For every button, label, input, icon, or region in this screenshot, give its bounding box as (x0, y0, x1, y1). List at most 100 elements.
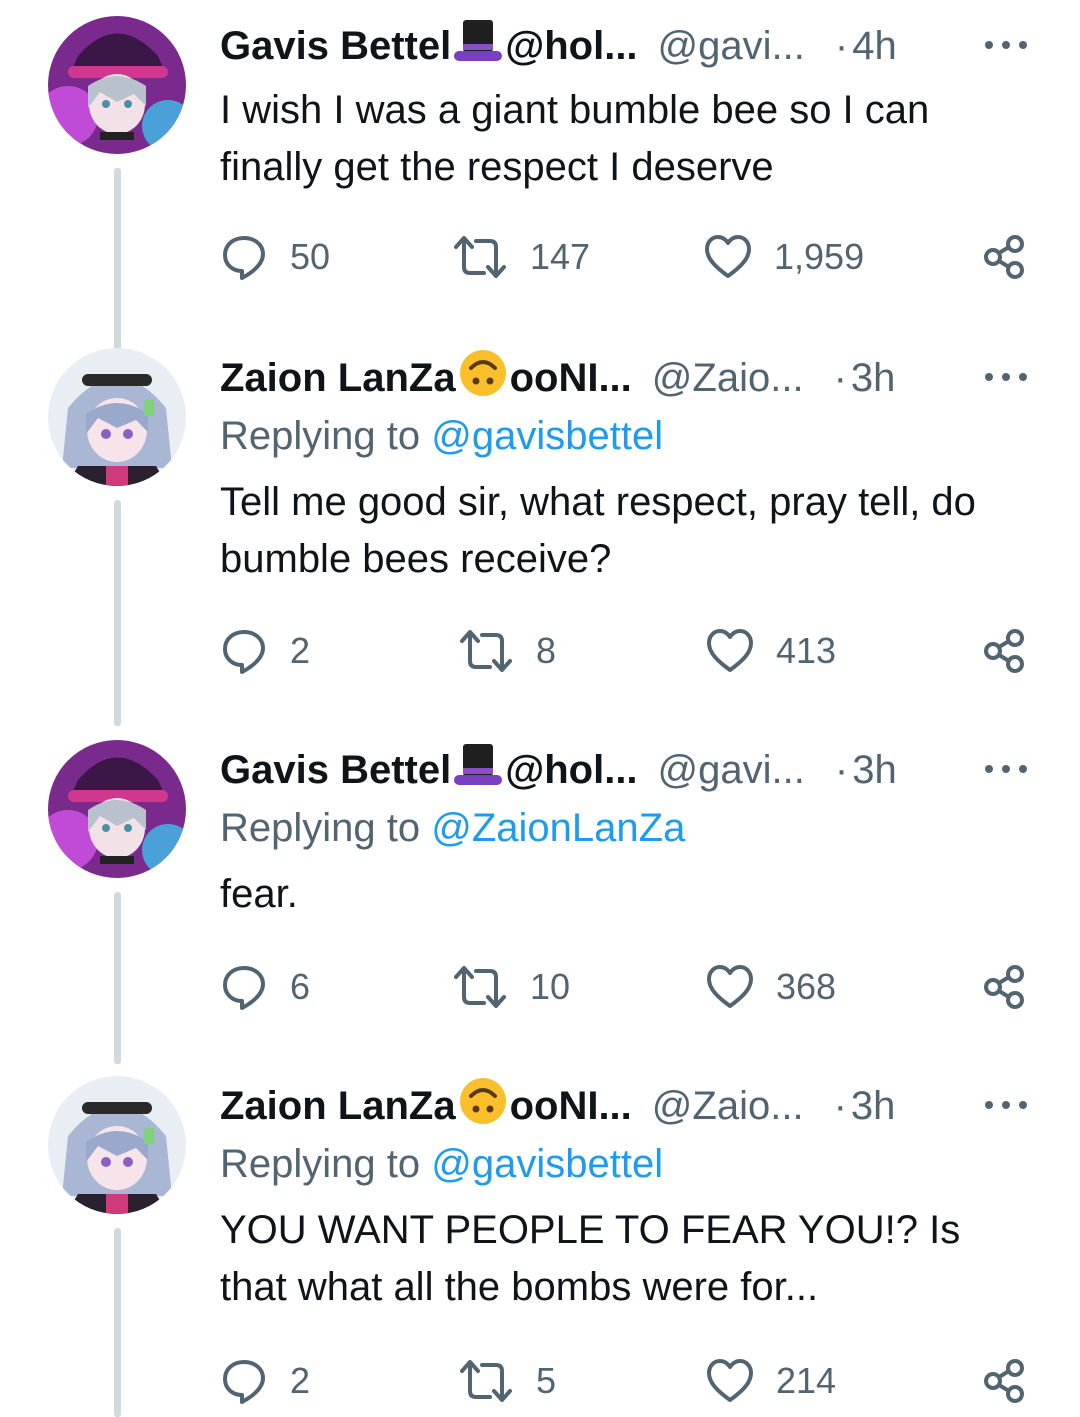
user-handle[interactable]: @gavi... (658, 24, 805, 69)
share-button[interactable] (982, 232, 1028, 282)
share-icon (984, 1359, 1024, 1403)
top-hat-icon (453, 742, 503, 798)
reply-count: 50 (290, 236, 331, 277)
tweet-text: I wish I was a giant bumble bee so I can… (220, 88, 930, 189)
like-count: 413 (776, 630, 837, 671)
reply-icon (223, 1360, 265, 1404)
retweet-count: 10 (530, 966, 571, 1007)
separator-dot: · (834, 23, 849, 68)
reply-icon (223, 236, 265, 280)
user-handle[interactable]: @Zaio... (652, 356, 804, 401)
like-button[interactable]: 214 (706, 1356, 836, 1406)
retweet-count: 147 (530, 236, 591, 277)
user-handle[interactable]: @gavi... (658, 748, 805, 793)
reply-icon (223, 966, 265, 1010)
tweet-header: Zaion LanZa ooNI... @Zaio... · 3h (220, 348, 895, 408)
action-bar: 6 10 368 (0, 962, 1080, 1012)
retweet-button[interactable]: 10 (452, 962, 570, 1012)
reply-button[interactable]: 50 (220, 232, 330, 282)
action-bar: 50 147 1,959 (0, 232, 1080, 282)
share-button[interactable] (982, 1356, 1028, 1406)
like-count: 368 (776, 966, 837, 1007)
action-bar: 2 5 214 (0, 1356, 1080, 1406)
like-button[interactable]: 368 (706, 962, 836, 1012)
mention-link[interactable]: @gavisbettel (431, 414, 663, 458)
retweet-icon (460, 1360, 512, 1402)
reply-button[interactable]: 2 (220, 626, 310, 676)
tweet-text: fear. (220, 872, 298, 916)
display-name-suffix[interactable]: @hol... (505, 24, 637, 69)
display-name-suffix[interactable]: ooNI... (510, 1084, 632, 1129)
more-options-icon[interactable] (985, 370, 1027, 384)
retweet-icon (454, 236, 506, 278)
share-icon (984, 629, 1024, 673)
like-button[interactable]: 1,959 (704, 232, 864, 282)
avatar[interactable] (48, 348, 186, 486)
separator-dot: · (834, 747, 849, 792)
display-name-suffix[interactable]: ooNI... (510, 356, 632, 401)
share-button[interactable] (982, 626, 1028, 676)
heart-icon (707, 1359, 753, 1402)
thread-connector (114, 500, 121, 726)
tweet-header: Zaion LanZa ooNI... @Zaio... · 3h (220, 1076, 895, 1136)
avatar[interactable] (48, 1076, 186, 1214)
zaion-avatar-image (48, 348, 186, 486)
replying-to: Replying to @gavisbettel (220, 414, 663, 459)
retweet-button[interactable]: 147 (452, 232, 590, 282)
replying-to-label: Replying to (220, 1142, 421, 1186)
reply-button[interactable]: 6 (220, 962, 310, 1012)
mention-link[interactable]: @gavisbettel (431, 1142, 663, 1186)
reply-count: 2 (290, 1360, 311, 1401)
action-bar: 2 8 413 (0, 626, 1080, 676)
mention-link[interactable]: @ZaionLanZa (431, 806, 685, 850)
retweet-icon (460, 630, 512, 672)
more-options-icon[interactable] (985, 38, 1027, 52)
tweet-header: Gavis Bettel @hol... @gavi... · 3h (220, 740, 897, 800)
tweet-header: Gavis Bettel @hol... @gavi... · 4h (220, 16, 897, 76)
reply-count: 2 (290, 630, 311, 671)
display-name[interactable]: Gavis Bettel (220, 748, 451, 793)
display-name[interactable]: Zaion LanZa (220, 1084, 456, 1129)
retweet-button[interactable]: 8 (458, 626, 556, 676)
replying-to-label: Replying to (220, 414, 421, 458)
like-count: 214 (776, 1360, 837, 1401)
like-count: 1,959 (774, 236, 865, 277)
upside-down-face-icon (458, 1076, 508, 1136)
display-name[interactable]: Zaion LanZa (220, 356, 456, 401)
tweet-text: YOU WANT PEOPLE TO FEAR YOU!? Is that wh… (220, 1208, 961, 1309)
more-options-icon[interactable] (985, 762, 1027, 776)
avatar[interactable] (48, 16, 186, 154)
retweet-count: 5 (536, 1360, 557, 1401)
replying-to-label: Replying to (220, 806, 421, 850)
timestamp[interactable]: 3h (851, 356, 896, 401)
share-icon (984, 965, 1024, 1009)
timestamp[interactable]: 3h (851, 1084, 896, 1129)
heart-icon (707, 629, 753, 672)
user-handle[interactable]: @Zaio... (652, 1084, 804, 1129)
like-button[interactable]: 413 (706, 626, 836, 676)
replying-to: Replying to @gavisbettel (220, 1142, 663, 1187)
retweet-count: 8 (536, 630, 557, 671)
timestamp[interactable]: 3h (852, 748, 897, 793)
reply-count: 6 (290, 966, 311, 1007)
reply-button[interactable]: 2 (220, 1356, 310, 1406)
heart-icon (705, 235, 751, 278)
reply-thread: Gavis Bettel @hol... @gavi... · 4h I wis… (0, 0, 1080, 1417)
top-hat-icon (453, 18, 503, 74)
retweet-button[interactable]: 5 (458, 1356, 556, 1406)
separator-dot: · (833, 355, 847, 400)
display-name[interactable]: Gavis Bettel (220, 24, 451, 69)
share-button[interactable] (982, 962, 1028, 1012)
avatar[interactable] (48, 740, 186, 878)
heart-icon (707, 965, 753, 1008)
zaion-avatar-image (48, 1076, 186, 1214)
reply-icon (223, 630, 265, 674)
retweet-icon (454, 966, 506, 1008)
tweet-text: Tell me good sir, what respect, pray tel… (220, 480, 976, 581)
display-name-suffix[interactable]: @hol... (505, 748, 637, 793)
more-options-icon[interactable] (985, 1098, 1027, 1112)
share-icon (984, 235, 1024, 279)
separator-dot: · (833, 1083, 847, 1128)
replying-to: Replying to @ZaionLanZa (220, 806, 685, 851)
timestamp[interactable]: 4h (852, 24, 897, 69)
